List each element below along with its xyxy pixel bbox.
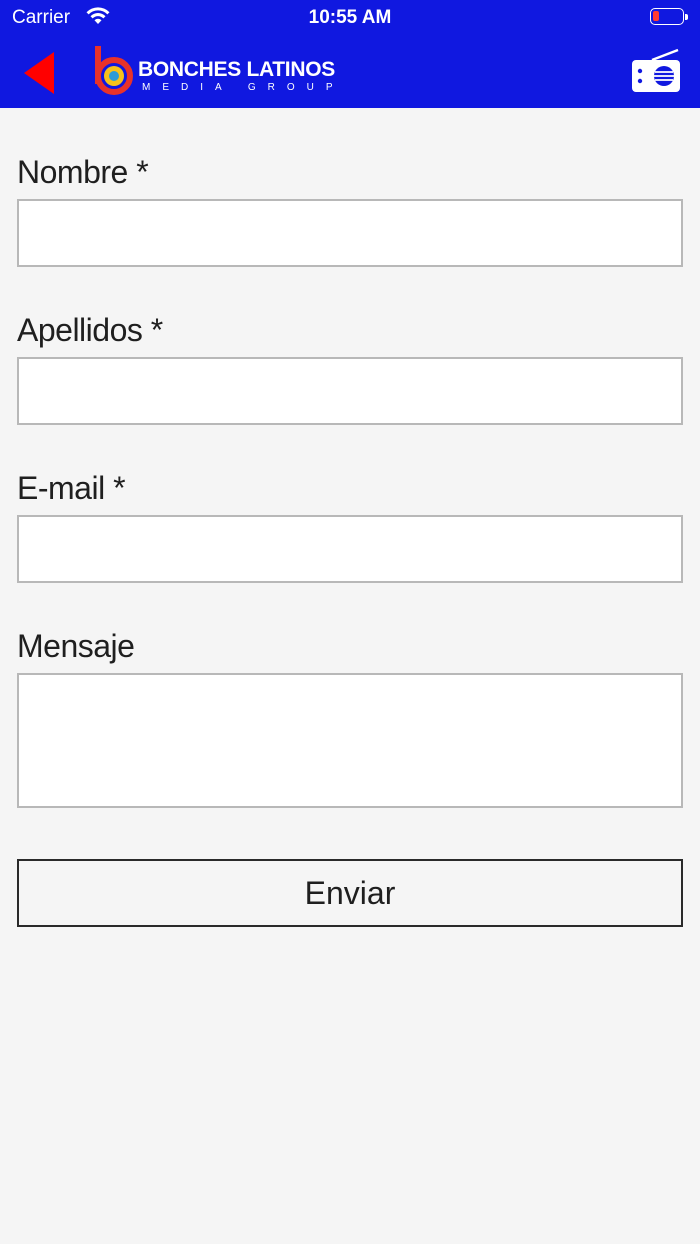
back-button[interactable] (22, 50, 58, 96)
apellidos-input[interactable] (17, 357, 683, 425)
nombre-label: Nombre * (17, 154, 149, 190)
battery-icon (650, 8, 688, 25)
back-arrow-icon (24, 52, 54, 94)
enviar-button[interactable]: Enviar (17, 859, 683, 927)
email-label: E-mail * (17, 470, 126, 506)
status-bar: Carrier 10:55 AM (0, 0, 700, 36)
nombre-input[interactable] (17, 199, 683, 267)
brand-logo: BONCHES LATINOS MEDIA GROUP (92, 44, 335, 100)
apellidos-label: Apellidos * (17, 312, 163, 348)
email-input[interactable] (17, 515, 683, 583)
brand-subtitle: MEDIA GROUP (142, 82, 345, 93)
logo-mark-icon (95, 46, 133, 95)
mensaje-label: Mensaje (17, 628, 135, 664)
radio-button[interactable] (630, 48, 682, 94)
brand-title: BONCHES LATINOS (138, 58, 335, 81)
radio-icon (632, 48, 680, 92)
clock: 10:55 AM (308, 7, 392, 28)
mensaje-textarea[interactable] (17, 673, 683, 808)
navigation-bar: Carrier 10:55 AM BONCHES LATINOS MEDIA G… (0, 0, 700, 108)
